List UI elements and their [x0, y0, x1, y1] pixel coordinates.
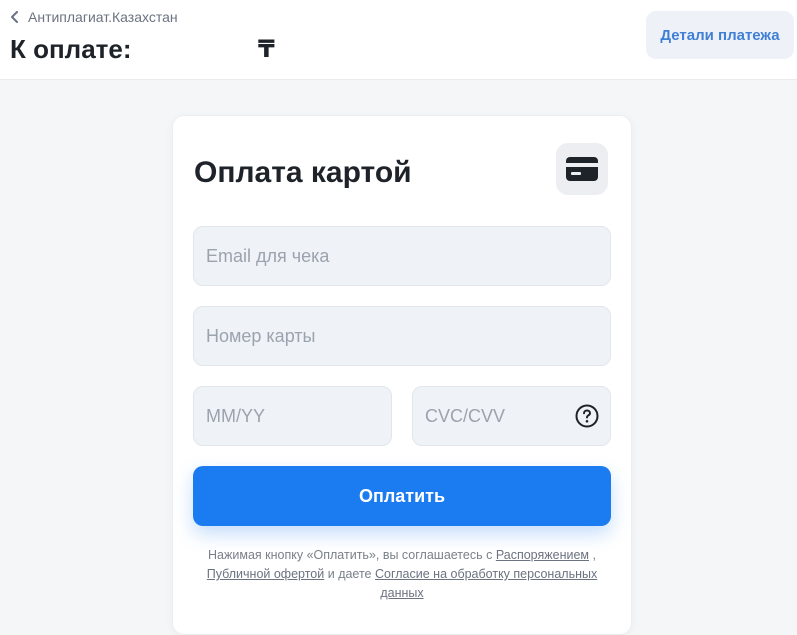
terms-text: Нажимая кнопку «Оплатить», вы соглашаете…	[193, 546, 611, 603]
back-link-label: Антиплагиат.Казахстан	[28, 9, 178, 25]
card-number-field-wrapper	[193, 306, 611, 366]
credit-card-icon	[566, 157, 598, 181]
order-link[interactable]: Распоряжением	[496, 548, 589, 562]
consent-link[interactable]: Согласие на обработку персональных данны…	[375, 567, 597, 600]
question-circle-icon[interactable]	[575, 404, 599, 428]
form-title: Оплата картой	[194, 156, 412, 190]
email-field-wrapper	[193, 226, 611, 286]
currency-symbol: ₸	[258, 40, 275, 60]
terms-prefix: Нажимая кнопку «Оплатить», вы соглашаете…	[208, 548, 492, 562]
expiry-field[interactable]	[194, 387, 391, 445]
payment-details-button[interactable]: Детали платежа	[646, 11, 794, 59]
cvc-field-wrapper	[412, 386, 611, 446]
back-link[interactable]: Антиплагиат.Казахстан	[10, 8, 178, 26]
card-number-field[interactable]	[194, 307, 610, 365]
payment-card: Оплата картой Оплатить Нажимая кнопку «О…	[172, 115, 632, 635]
public-offer-link[interactable]: Публичной офертой	[207, 567, 324, 581]
email-field[interactable]	[194, 227, 610, 285]
pay-button[interactable]: Оплатить	[193, 466, 611, 526]
amount-title: К оплате:	[10, 34, 132, 65]
card-icon-box	[556, 143, 608, 195]
terms-sep: ,	[592, 548, 595, 562]
top-bar: Антиплагиат.Казахстан К оплате: ₸ Детали…	[0, 0, 797, 80]
chevron-left-icon	[10, 11, 20, 23]
expiry-field-wrapper	[193, 386, 392, 446]
amount-label: К оплате:	[10, 34, 132, 65]
terms-middle: и даете	[328, 567, 372, 581]
